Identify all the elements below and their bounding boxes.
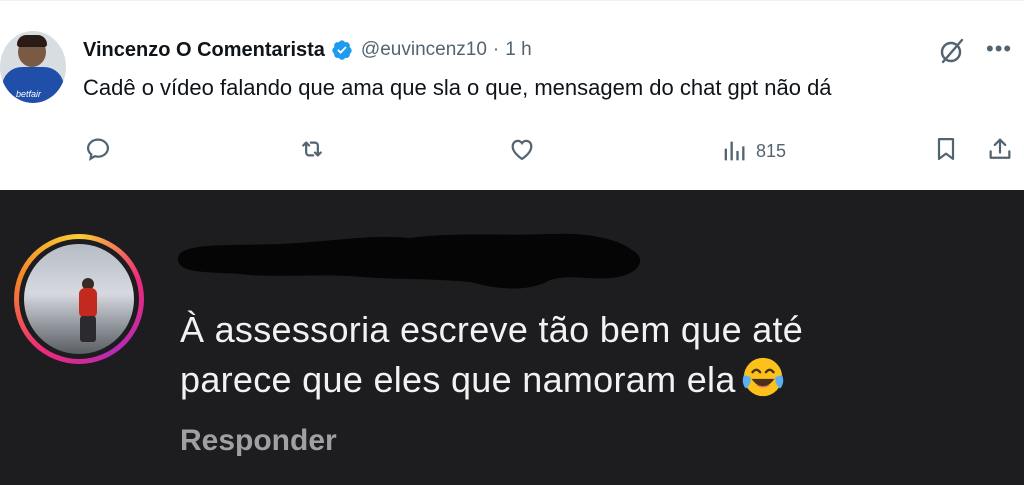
comment-text-line-2: parece que eles que namoram ela [180,359,736,400]
bookmark-icon [937,137,955,161]
reply-link[interactable]: Responder [180,424,337,458]
separator-dot: · [492,39,500,60]
comment-text-line-1: À assessoria escreve tão bem que até [180,309,804,350]
views-count[interactable]: 815 [720,137,786,165]
reply-icon [86,138,110,161]
commenter-photo [24,244,134,354]
instagram-comment: À assessoria escreve tão bem que até par… [0,190,1024,485]
tweet-card: betfair Vincenzo O Comentarista @euvince… [0,0,1024,191]
author-name[interactable]: Vincenzo O Comentarista [83,39,325,62]
share-button[interactable] [986,135,1016,165]
like-icon [511,139,533,161]
tweet-header: Vincenzo O Comentarista @euvincenz10 · 1… [83,35,532,65]
grok-icon[interactable] [938,37,966,65]
tweet-text: Cadê o vídeo falando que ama que sla o q… [83,75,832,100]
story-ring-gap [19,239,139,359]
redacted-username [177,233,641,289]
retweet-button[interactable] [298,135,328,165]
author-avatar[interactable]: betfair [0,31,66,103]
more-icon[interactable]: ••• [986,38,1012,60]
bookmark-button[interactable] [932,135,962,165]
tweet-time[interactable]: 1 h [505,39,531,61]
verified-badge-icon[interactable] [331,39,353,61]
photo-person-body [79,288,97,318]
reply-button[interactable] [84,135,114,165]
commenter-avatar[interactable] [14,234,144,364]
laughing-crying-emoji-icon [742,357,783,397]
share-icon [989,138,1011,159]
avatar-hair [17,35,47,47]
photo-person-legs [80,316,96,342]
views-value: 815 [756,140,787,161]
retweet-icon [302,141,322,157]
like-button[interactable] [508,135,538,165]
comment-text: À assessoria escreve tão bem que até par… [180,306,1000,404]
views-icon [724,141,745,161]
avatar-sponsor-text: betfair [16,89,42,99]
author-handle[interactable]: @euvincenz10 [361,39,487,61]
